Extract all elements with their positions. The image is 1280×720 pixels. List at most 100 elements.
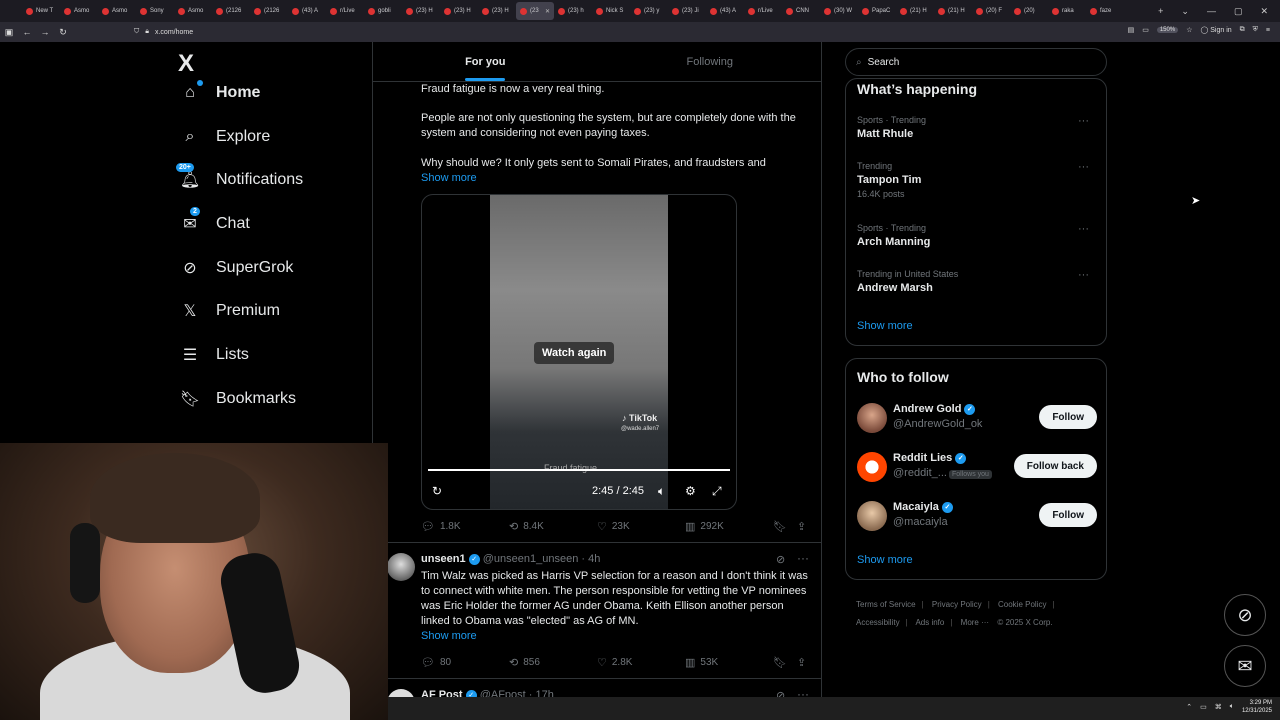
browser-tab[interactable]: r/Live	[744, 2, 782, 20]
watch-again-button[interactable]: Watch again	[534, 342, 615, 364]
nav-item-premium[interactable]: 𝕏 Premium	[180, 295, 280, 327]
nav-item-explore[interactable]: ⌕ Explore	[180, 121, 271, 153]
settings-gear-icon[interactable]: ⚙	[685, 484, 696, 498]
show-more-link[interactable]: Show more	[421, 629, 806, 644]
accessibility-link[interactable]: Accessibility	[856, 618, 900, 627]
reply-button[interactable]: 💬︎ 80	[421, 656, 451, 669]
browser-tab[interactable]: Asmo	[98, 2, 136, 20]
views-button[interactable]: ▥ 292K	[685, 520, 724, 533]
volume-icon[interactable]: 🔈︎	[658, 484, 665, 499]
browser-tab[interactable]: (43) A	[288, 2, 326, 20]
messages-float-button[interactable]: ✉	[1224, 645, 1266, 687]
bookmark-button[interactable]: 🔖︎	[773, 520, 787, 533]
minimize-icon[interactable]: —	[1207, 6, 1216, 16]
clock[interactable]: 3:29 PM 12/31/2025	[1242, 699, 1272, 715]
follow-suggestion[interactable]: Macaiyla ✓ @macaiyla Follow	[857, 499, 1097, 533]
show-more-follow-link[interactable]: Show more	[857, 554, 913, 566]
back-icon[interactable]: ←	[18, 27, 36, 37]
show-more-link[interactable]: Show more	[421, 171, 806, 186]
extensions-icon[interactable]: ⧉	[1240, 26, 1245, 34]
search-input[interactable]: ⌕ Search	[845, 48, 1107, 76]
sidebar-toggle-icon[interactable]: ▣	[0, 27, 18, 38]
picture-icon[interactable]: ▭	[1142, 26, 1149, 34]
star-icon[interactable]: ☆	[1186, 26, 1192, 34]
trend-item[interactable]: Trending in United States Andrew Marsh ···	[857, 269, 1097, 294]
repost-button[interactable]: ⟲ 856	[509, 656, 540, 669]
browser-tab[interactable]: Asmo	[174, 2, 212, 20]
tweet[interactable]: unseen1 ✓ @unseen1_unseen · 4h ⊘ ··· Tim…	[373, 542, 821, 677]
nav-item-supergrok[interactable]: ⊘ SuperGrok	[180, 252, 293, 284]
browser-tab[interactable]: (23 ✕	[516, 2, 554, 20]
browser-tab[interactable]: PapaC	[858, 2, 896, 20]
browser-tab[interactable]: (2126	[250, 2, 288, 20]
browser-tab[interactable]: Asmo	[60, 2, 98, 20]
tab-following[interactable]: Following	[598, 42, 822, 81]
more-options-icon[interactable]: ···	[797, 551, 809, 565]
privacy-link[interactable]: Privacy Policy	[932, 600, 982, 609]
show-more-trends-link[interactable]: Show more	[857, 320, 913, 332]
address-field[interactable]: ⛉ 🔒︎ x.com/home	[134, 28, 193, 36]
browser-tab[interactable]: (30) W	[820, 2, 858, 20]
fullscreen-icon[interactable]: ⤢	[712, 484, 722, 499]
views-button[interactable]: ▥ 53K	[685, 656, 718, 669]
trend-more-icon[interactable]: ···	[1078, 161, 1089, 173]
browser-tab[interactable]: New T	[22, 2, 60, 20]
follow-suggestion[interactable]: Reddit Lies ✓ @reddit_... Follows you Follow…	[857, 450, 1097, 484]
follow-button[interactable]: Follow	[1039, 503, 1097, 527]
reply-button[interactable]: 💬︎ 1.8K	[421, 520, 461, 533]
more-link[interactable]: More ···	[961, 618, 989, 627]
trend-item[interactable]: Sports · Trending Matt Rhule ···	[857, 115, 1097, 140]
forward-icon[interactable]: →	[36, 27, 54, 37]
nav-item-lists[interactable]: ☰ Lists	[180, 339, 249, 371]
video-player[interactable]: Watch again ♪ TikTok @wade.allen7 Fraud …	[421, 194, 737, 510]
terms-link[interactable]: Terms of Service	[856, 600, 916, 609]
browser-tab[interactable]: (23) Ji	[668, 2, 706, 20]
follow-button[interactable]: Follow back	[1013, 454, 1097, 478]
grok-icon[interactable]: ⊘	[776, 553, 785, 566]
follow-button[interactable]: Follow	[1039, 405, 1097, 429]
avatar[interactable]	[857, 452, 887, 482]
display-icon[interactable]: ▭	[1200, 703, 1207, 711]
grok-float-button[interactable]: ⊘	[1224, 594, 1266, 636]
share-button[interactable]: ⇪	[797, 656, 806, 669]
network-icon[interactable]: ⌘	[1215, 703, 1222, 711]
reload-icon[interactable]: ↻	[54, 27, 72, 38]
like-button[interactable]: ♡ 23K	[597, 520, 630, 533]
browser-tab[interactable]: raka	[1048, 2, 1086, 20]
maximize-icon[interactable]: ▢	[1234, 6, 1243, 17]
close-window-icon[interactable]: ✕	[1260, 6, 1268, 17]
menu-icon[interactable]: ≡	[1266, 27, 1270, 34]
browser-tab[interactable]: (23) H	[478, 2, 516, 20]
ublock-icon[interactable]: ⛨	[1253, 26, 1258, 34]
nav-item-chat[interactable]: ✉ 2 Chat	[180, 207, 250, 240]
repost-button[interactable]: ⟲ 8.4K	[509, 520, 544, 533]
new-tab-button[interactable]: +	[1158, 6, 1163, 16]
close-tab-icon[interactable]: ✕	[545, 8, 550, 15]
nav-item-bookmarks[interactable]: 🔖︎ Bookmarks	[180, 383, 296, 415]
trend-item[interactable]: Trending Tampon Tim 16.4K posts ···	[857, 161, 1097, 199]
ads-info-link[interactable]: Ads info	[915, 618, 944, 627]
browser-tab[interactable]: CNN	[782, 2, 820, 20]
speaker-icon[interactable]: 🔈︎	[1230, 703, 1234, 711]
author-handle[interactable]: @unseen1_unseen	[483, 553, 579, 565]
avatar[interactable]	[387, 553, 415, 581]
follow-suggestion[interactable]: Andrew Gold ✓ @AndrewGold_ok Follow	[857, 401, 1097, 435]
x-logo[interactable]: X	[178, 50, 204, 77]
browser-tab[interactable]: (21) H	[934, 2, 972, 20]
video-progress-bar[interactable]	[428, 469, 730, 471]
nav-item-notifications[interactable]: 🔔︎ 20+ Notifications	[176, 163, 303, 196]
tab-for-you[interactable]: For you	[373, 42, 598, 81]
cookie-link[interactable]: Cookie Policy	[998, 600, 1046, 609]
browser-tab[interactable]: (21) H	[896, 2, 934, 20]
author-name[interactable]: unseen1	[421, 553, 466, 565]
browser-tab[interactable]: faze	[1086, 2, 1124, 20]
browser-tab[interactable]: (23) h	[554, 2, 592, 20]
browser-tab[interactable]: (2126	[212, 2, 250, 20]
bookmark-button[interactable]: 🔖︎	[773, 656, 787, 669]
tweet-time[interactable]: · 4h	[581, 553, 600, 565]
replay-icon[interactable]: ↻	[432, 484, 442, 498]
like-button[interactable]: ♡ 2.8K	[597, 656, 632, 669]
trend-more-icon[interactable]: ···	[1078, 115, 1089, 127]
browser-tab[interactable]: (43) A	[706, 2, 744, 20]
browser-tab[interactable]: (23) y	[630, 2, 668, 20]
